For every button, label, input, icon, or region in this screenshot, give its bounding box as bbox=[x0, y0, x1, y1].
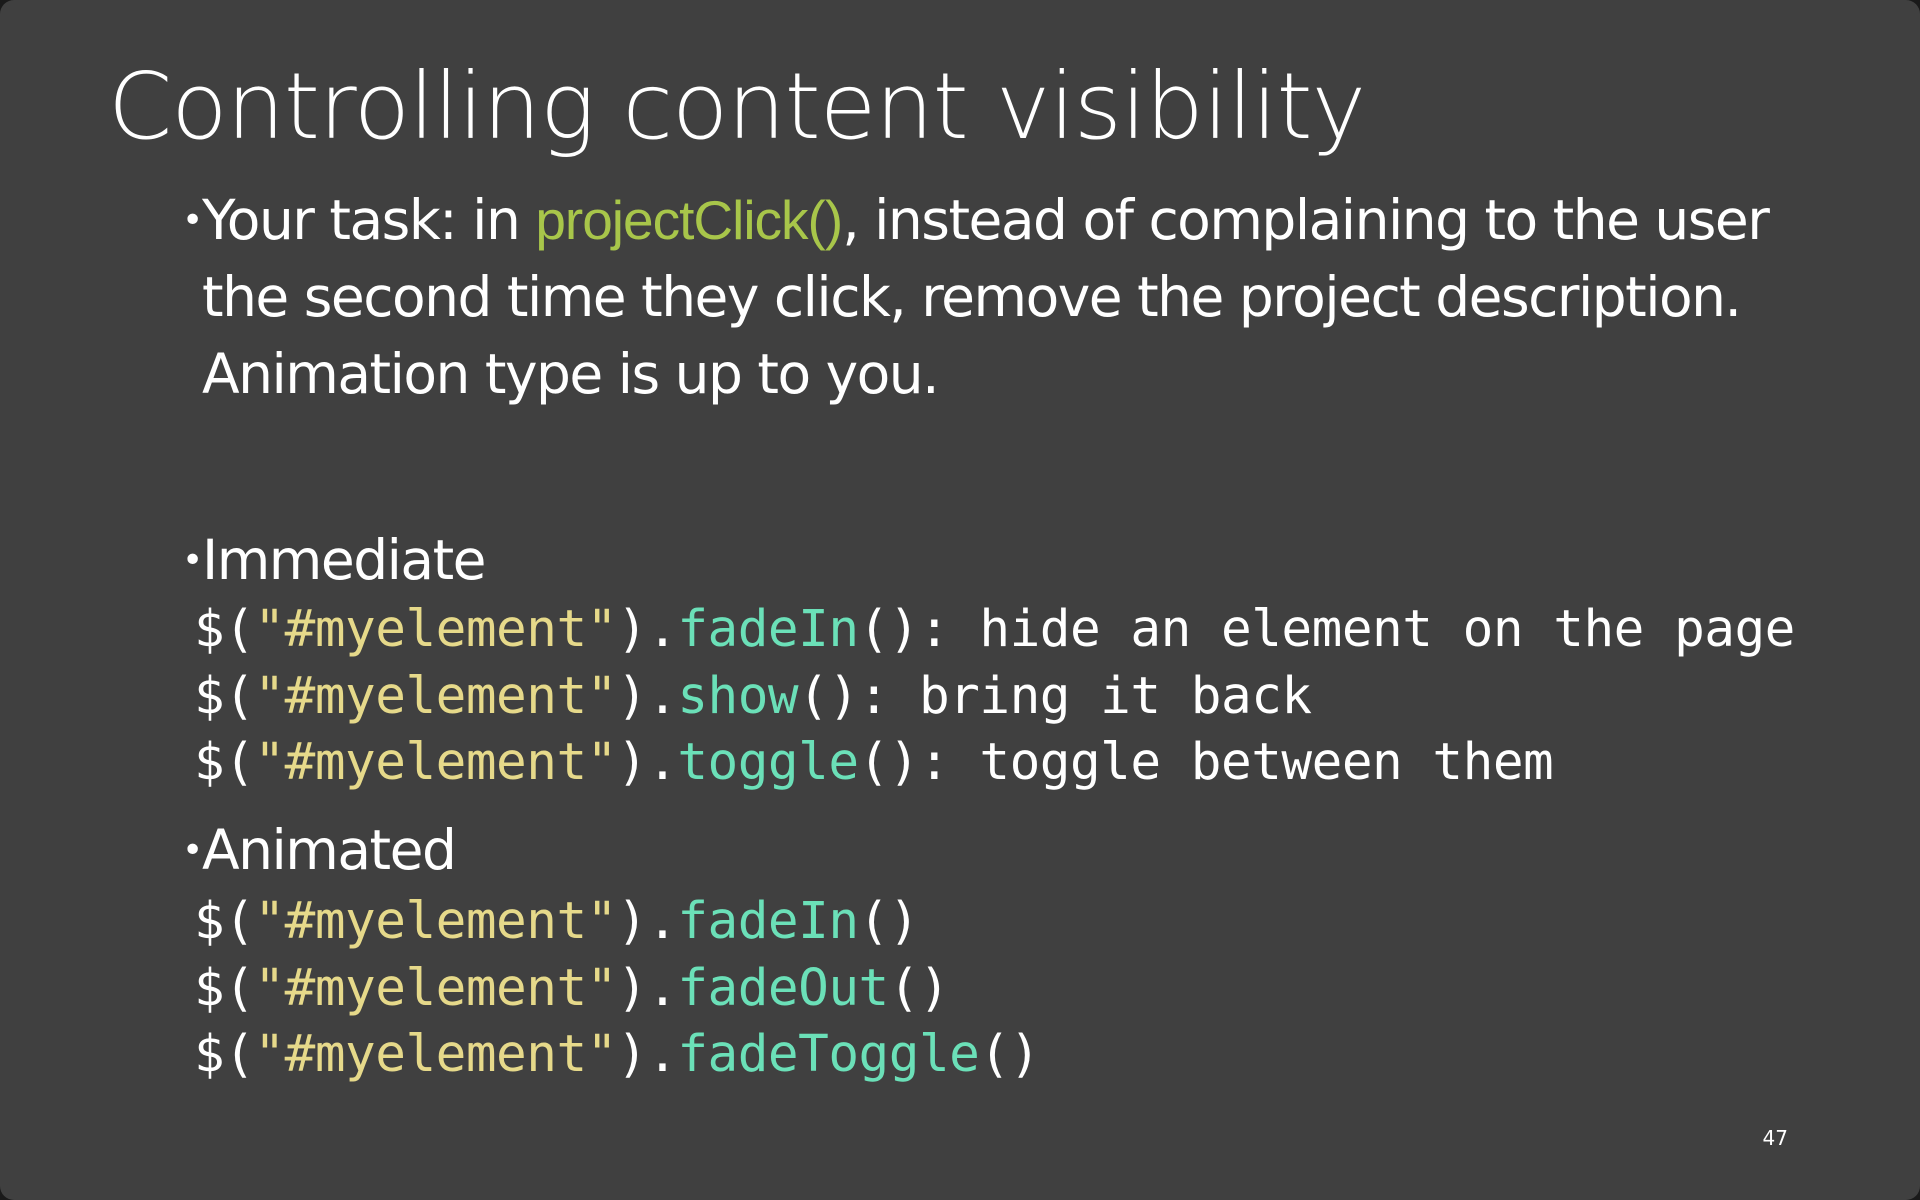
code-dot: ). bbox=[616, 1025, 678, 1084]
immediate-code-line: $("#myelement").show(): bring it back bbox=[194, 663, 1312, 730]
code-selector: "#myelement" bbox=[254, 1025, 617, 1084]
code-dot: ). bbox=[616, 667, 678, 726]
animated-code-line: $("#myelement").fadeIn() bbox=[194, 888, 919, 955]
bullet-dot: • bbox=[182, 830, 203, 871]
code-prefix: $( bbox=[194, 667, 255, 726]
animated-code-line: $("#myelement").fadeOut() bbox=[194, 955, 950, 1022]
immediate-heading: Immediate bbox=[202, 528, 487, 592]
immediate-bullet: • Immediate bbox=[182, 522, 982, 602]
bullet-dot: • bbox=[182, 200, 203, 241]
code-method: fadeOut bbox=[677, 959, 889, 1018]
code-selector: "#myelement" bbox=[254, 892, 617, 951]
task-line-3: Animation type is up to you. bbox=[202, 342, 940, 406]
task-line-2: the second time they click, remove the p… bbox=[202, 265, 1742, 329]
code-selector: "#myelement" bbox=[254, 667, 617, 726]
code-method: fadeIn bbox=[677, 892, 859, 951]
code-selector: "#myelement" bbox=[254, 733, 617, 792]
code-method: fadeToggle bbox=[677, 1025, 980, 1084]
code-selector: "#myelement" bbox=[254, 600, 617, 659]
code-suffix: () bbox=[888, 959, 950, 1018]
code-prefix: $( bbox=[194, 733, 255, 792]
code-prefix: $( bbox=[194, 1025, 255, 1084]
immediate-code-line: $("#myelement").toggle(): toggle between… bbox=[194, 729, 1554, 796]
code-dot: ). bbox=[616, 892, 678, 951]
animated-bullet: • Animated bbox=[182, 812, 982, 892]
task-line-1-post: , instead of complaining to the user bbox=[842, 188, 1770, 252]
slide: Controlling content visibility • Your ta… bbox=[0, 0, 1920, 1200]
animated-heading: Animated bbox=[202, 818, 457, 882]
code-method: show bbox=[677, 667, 799, 726]
task-line-1: Your task: in projectClick(), instead of… bbox=[202, 182, 1770, 259]
task-bullet: • Your task: in projectClick(), instead … bbox=[182, 182, 1882, 422]
bullet-dot: • bbox=[182, 540, 203, 581]
code-dot: ). bbox=[616, 600, 678, 659]
code-method: toggle bbox=[677, 733, 859, 792]
code-prefix: $( bbox=[194, 892, 255, 951]
code-suffix: () bbox=[979, 1025, 1040, 1084]
code-suffix: (): toggle between them bbox=[858, 733, 1554, 792]
animated-code-line: $("#myelement").fadeToggle() bbox=[194, 1021, 1040, 1088]
page-number: 47 bbox=[1762, 1126, 1788, 1150]
code-suffix: () bbox=[858, 892, 920, 951]
code-dot: ). bbox=[616, 733, 678, 792]
immediate-code-line: $("#myelement").fadeIn(): hide an elemen… bbox=[194, 596, 1795, 663]
code-suffix: (): bring it back bbox=[798, 667, 1312, 726]
code-selector: "#myelement" bbox=[254, 959, 617, 1018]
slide-title: Controlling content visibility bbox=[108, 53, 1366, 160]
code-method: fadeIn bbox=[677, 600, 859, 659]
code-dot: ). bbox=[616, 959, 678, 1018]
task-line-1-pre: Your task: in bbox=[202, 188, 536, 252]
code-prefix: $( bbox=[194, 600, 255, 659]
code-prefix: $( bbox=[194, 959, 255, 1018]
task-inline-code: projectClick() bbox=[535, 189, 843, 251]
code-suffix: (): hide an element on the page bbox=[858, 600, 1796, 659]
